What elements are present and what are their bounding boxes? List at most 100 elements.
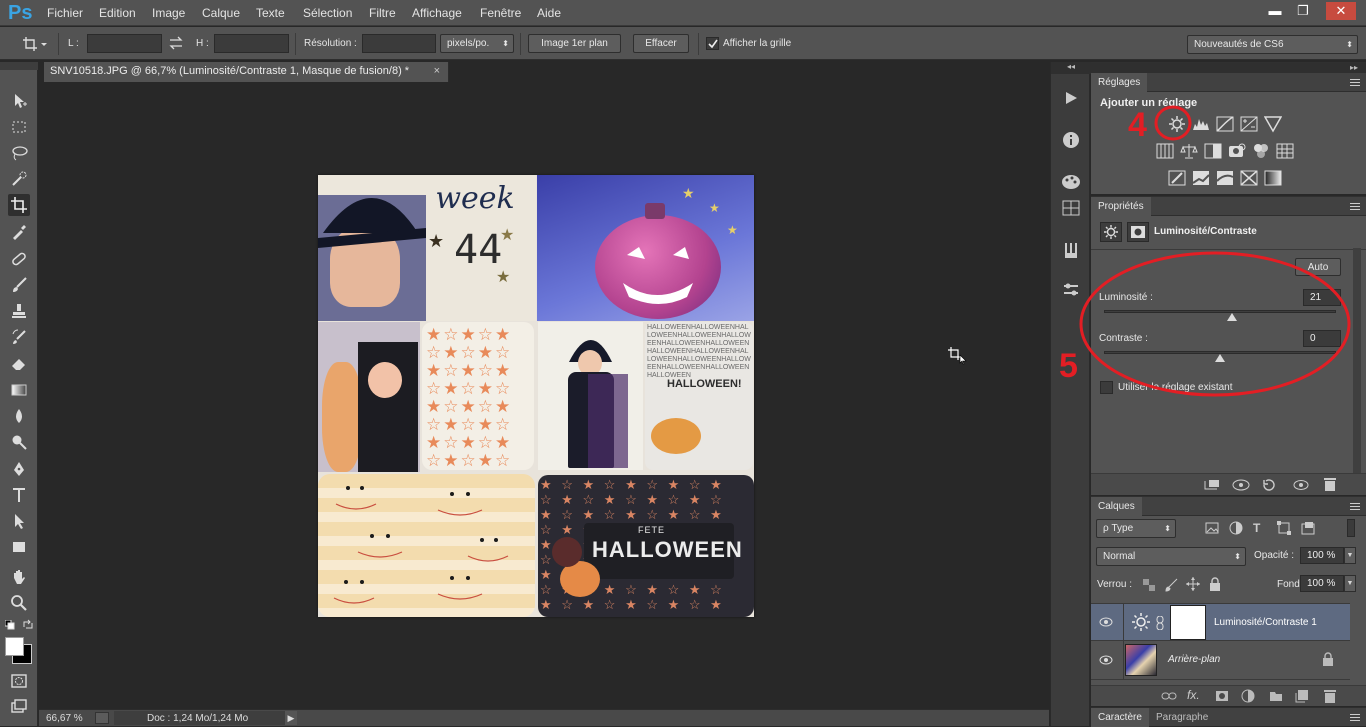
path-selection-tool-icon[interactable] — [8, 510, 30, 532]
menu-selection[interactable]: Sélection — [303, 6, 352, 20]
filter-smart-object-icon[interactable] — [1301, 521, 1315, 538]
grid-checkbox[interactable] — [706, 37, 719, 50]
reset-icon[interactable] — [1261, 478, 1277, 495]
healing-brush-tool-icon[interactable] — [8, 248, 30, 270]
tab-proprietes[interactable]: Propriétés — [1091, 197, 1151, 216]
foreground-color-swatch[interactable] — [5, 637, 24, 656]
screen-mode-icon[interactable] — [8, 696, 30, 718]
clone-stamp-tool-icon[interactable] — [8, 300, 30, 322]
posterize-icon[interactable] — [1191, 168, 1211, 188]
eraser-tool-icon[interactable] — [8, 352, 30, 374]
filter-shape-icon[interactable] — [1277, 521, 1291, 538]
menu-fichier[interactable]: Fichier — [47, 6, 83, 20]
selective-color-icon[interactable] — [1239, 168, 1259, 188]
menu-affichage[interactable]: Affichage — [412, 6, 462, 20]
link-layers-icon[interactable] — [1161, 690, 1177, 705]
add-mask-icon[interactable] — [1215, 690, 1229, 705]
opacity-dropdown-icon[interactable]: ▼ — [1344, 547, 1356, 564]
panel-menu-icon[interactable] — [1350, 203, 1360, 210]
rectangle-tool-icon[interactable] — [8, 536, 30, 558]
mask-properties-icon[interactable] — [1127, 222, 1149, 242]
photo-filter-icon[interactable] — [1227, 141, 1247, 161]
crop-tool-preset-icon[interactable] — [22, 35, 48, 53]
swap-icon[interactable] — [168, 36, 184, 53]
vibrance-icon[interactable] — [1155, 141, 1175, 161]
color-lookup-icon[interactable] — [1275, 141, 1295, 161]
tab-paragraphe[interactable]: Paragraphe — [1149, 708, 1215, 727]
layer-row-background[interactable]: Arrière-plan — [1091, 642, 1350, 680]
fill-dropdown-icon[interactable]: ▼ — [1344, 575, 1356, 592]
quick-mask-icon[interactable] — [8, 670, 30, 692]
visibility-eye-icon[interactable] — [1099, 655, 1113, 665]
curves-icon[interactable] — [1215, 114, 1235, 134]
marquee-tool-icon[interactable] — [8, 116, 30, 138]
close-tab-icon[interactable]: × — [434, 65, 440, 77]
lock-pixels-icon[interactable] — [1165, 578, 1179, 595]
menu-calque[interactable]: Calque — [202, 6, 240, 20]
panel-menu-icon[interactable] — [1350, 503, 1360, 510]
tab-caractere[interactable]: Caractère — [1091, 708, 1149, 727]
layer-row-brightness[interactable]: Luminosité/Contraste 1 — [1091, 603, 1350, 642]
width-field[interactable] — [87, 34, 162, 53]
properties-scrollbar[interactable] — [1353, 248, 1361, 473]
workspace-select[interactable]: Nouveautés de CS6 ⬍ — [1187, 35, 1358, 54]
crop-tool-icon[interactable] — [8, 194, 30, 216]
quick-selection-tool-icon[interactable] — [8, 168, 30, 190]
new-layer-icon[interactable] — [1295, 689, 1309, 706]
tools-panel-grip[interactable] — [0, 62, 38, 70]
panel-menu-icon[interactable] — [1350, 79, 1360, 86]
lock-all-icon[interactable] — [1209, 577, 1221, 594]
blur-tool-icon[interactable] — [8, 405, 30, 427]
balance-icon[interactable] — [1179, 141, 1199, 161]
move-tool-icon[interactable] — [8, 90, 30, 112]
channel-mixer-icon[interactable] — [1251, 141, 1271, 161]
delete-layer-icon[interactable] — [1323, 689, 1337, 707]
eyedropper-tool-icon[interactable] — [8, 221, 30, 243]
panel-menu-icon[interactable] — [1350, 714, 1360, 721]
history-brush-tool-icon[interactable] — [8, 326, 30, 348]
swap-colors-icon[interactable] — [22, 619, 34, 634]
exposure-icon[interactable] — [1239, 114, 1259, 134]
filter-toggle-switch[interactable] — [1347, 519, 1355, 537]
visibility-icon[interactable] — [1293, 478, 1309, 495]
invert-icon[interactable] — [1167, 168, 1187, 188]
menu-texte[interactable]: Texte — [256, 6, 285, 20]
threshold-icon[interactable] — [1215, 168, 1235, 188]
menu-filtre[interactable]: Filtre — [369, 6, 396, 20]
document-tab[interactable]: SNV10518.JPG @ 66,7% (Luminosité/Contras… — [44, 62, 449, 82]
gradient-tool-icon[interactable] — [8, 379, 30, 401]
menu-fenetre[interactable]: Fenêtre — [480, 6, 521, 20]
hand-tool-icon[interactable] — [8, 566, 30, 588]
menu-edition[interactable]: Edition — [99, 6, 136, 20]
resolution-field[interactable] — [362, 34, 436, 53]
zoom-tool-icon[interactable] — [8, 592, 30, 614]
gradient-triangle-icon[interactable] — [1263, 114, 1283, 134]
filter-pixel-icon[interactable] — [1205, 522, 1219, 537]
image-canvas[interactable]: week 44 ★ ★ ★ ★ ★ ★ ★☆★☆★ ☆★☆★☆ ★☆★☆★ ☆★☆★☆… — [318, 175, 754, 617]
pen-tool-icon[interactable] — [8, 458, 30, 480]
restore-button[interactable]: ❐ — [1290, 2, 1316, 20]
menu-aide[interactable]: Aide — [537, 6, 561, 20]
filter-adjustment-icon[interactable] — [1229, 521, 1243, 538]
new-adjustment-layer-icon[interactable] — [1241, 689, 1255, 706]
clear-button[interactable]: Effacer — [633, 34, 689, 53]
collapse-dock-icon[interactable]: ◂◂ — [1051, 62, 1091, 74]
layer-mask-thumbnail[interactable] — [1170, 605, 1206, 640]
type-tool-icon[interactable] — [8, 484, 30, 506]
minimize-button[interactable]: ▬ — [1262, 2, 1288, 20]
adjustment-type-icon[interactable] — [1100, 222, 1122, 242]
unit-select[interactable]: pixels/po. ⬍ — [440, 34, 514, 53]
levels-icon[interactable] — [1191, 114, 1211, 134]
bw-icon[interactable] — [1203, 141, 1223, 161]
fill-field[interactable]: 100 % — [1300, 575, 1344, 592]
delete-icon[interactable] — [1323, 477, 1337, 495]
height-field[interactable] — [214, 34, 289, 53]
clip-to-layer-icon[interactable] — [1203, 478, 1221, 495]
status-menu-arrow-icon[interactable]: ▶ — [285, 711, 297, 725]
tab-calques[interactable]: Calques — [1091, 497, 1142, 516]
dodge-tool-icon[interactable] — [8, 431, 30, 453]
info-icon[interactable] — [1058, 128, 1084, 152]
close-button[interactable]: ✕ — [1326, 2, 1356, 20]
tab-reglages[interactable]: Réglages — [1091, 73, 1148, 92]
gradient-map-icon[interactable] — [1263, 168, 1283, 188]
